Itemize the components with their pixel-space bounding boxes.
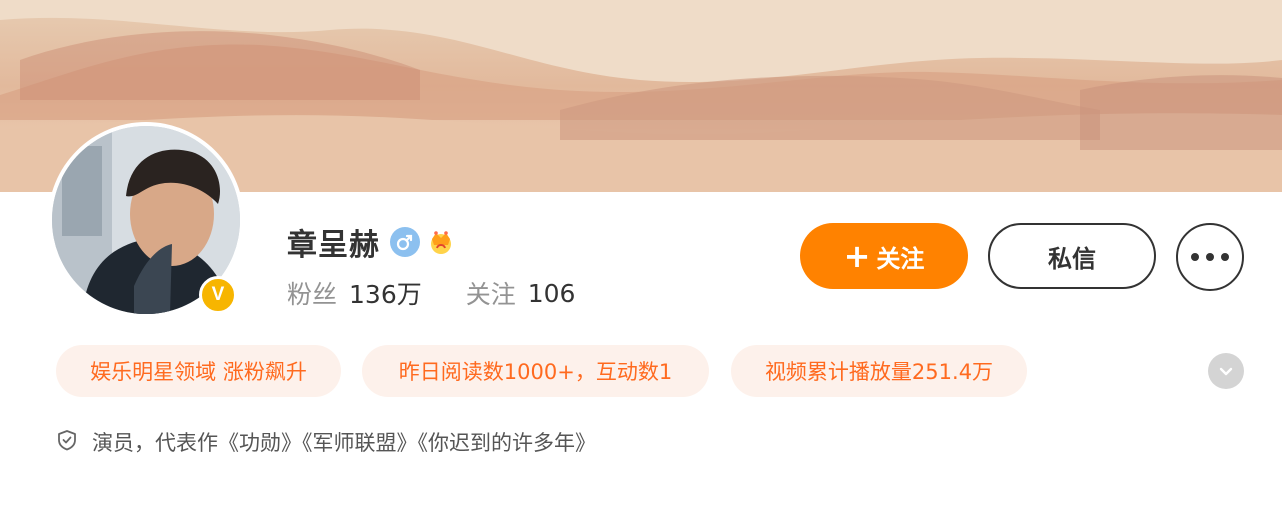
bio: 演员，代表作《功勋》《军师联盟》《你迟到的许多年》 (56, 426, 596, 458)
plus-icon: + (843, 237, 871, 275)
profile-stats: 粉丝 136万 关注 106 (287, 275, 575, 311)
verified-badge-icon: V (199, 276, 237, 314)
following-count[interactable]: 106 (528, 279, 576, 308)
fans-count[interactable]: 136万 (349, 275, 422, 311)
fans-label[interactable]: 粉丝 (287, 275, 337, 311)
bio-text: 演员，代表作《功勋》《军师联盟》《你迟到的许多年》 (92, 431, 596, 455)
more-icon[interactable] (1176, 223, 1244, 291)
follow-button-label: 关注 (876, 244, 925, 273)
crown-icon (424, 225, 458, 259)
profile-header: 章呈赫 (287, 220, 458, 264)
tag-item[interactable]: 视频累计播放量251.4万 (731, 345, 1027, 397)
follow-button[interactable]: + 关注 (800, 223, 968, 289)
tag-item[interactable]: 昨日阅读数1000+，互动数1 (362, 345, 709, 397)
following-label[interactable]: 关注 (466, 275, 516, 311)
tag-item[interactable]: 娱乐明星领域 涨粉飙升 (56, 345, 341, 397)
chevron-down-icon[interactable] (1208, 353, 1244, 389)
message-button-label: 私信 (1048, 244, 1096, 273)
male-icon (390, 227, 420, 257)
shield-icon (56, 429, 78, 455)
user-name: 章呈赫 (287, 228, 380, 263)
message-button[interactable]: 私信 (988, 223, 1156, 289)
